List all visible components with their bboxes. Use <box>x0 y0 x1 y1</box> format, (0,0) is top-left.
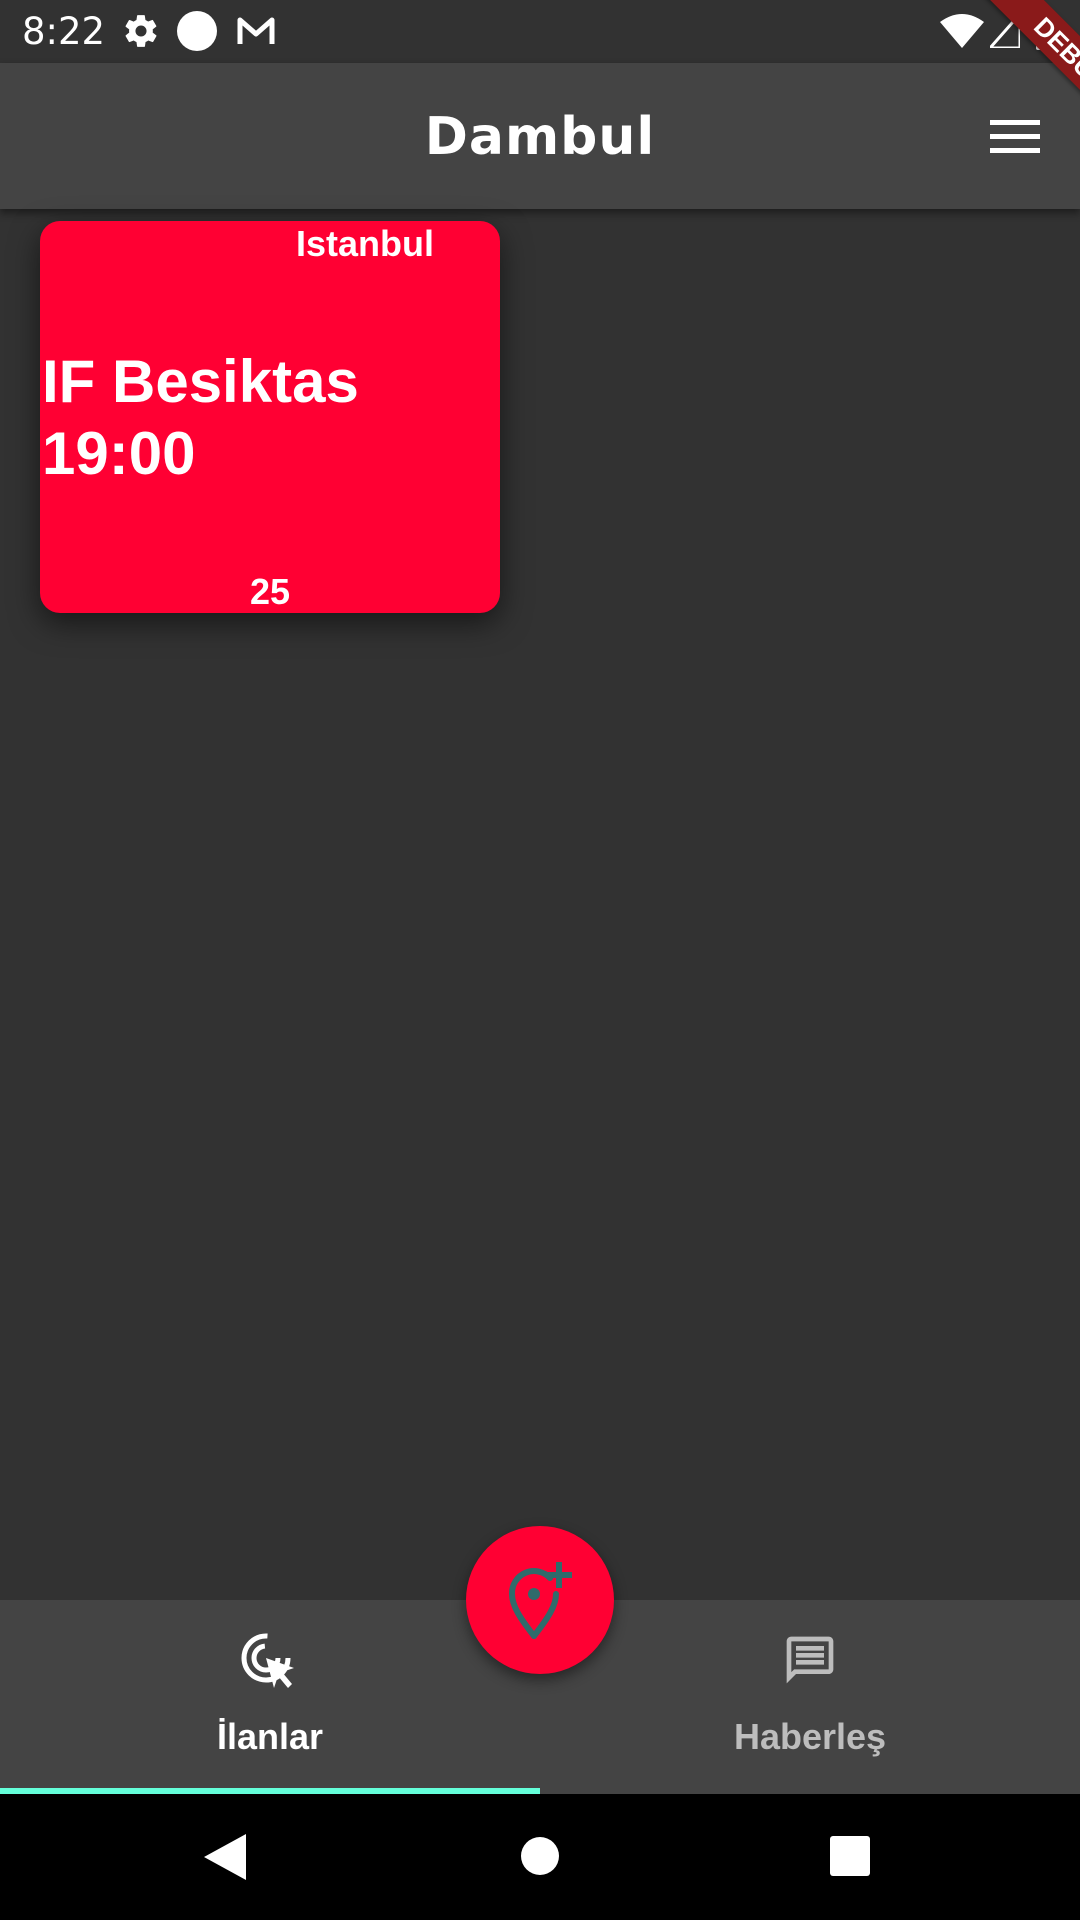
back-icon[interactable] <box>204 1834 246 1885</box>
tab-ilanlar-label: İlanlar <box>216 1716 324 1757</box>
tab-ilanlar[interactable]: İlanlar <box>0 1600 540 1794</box>
battery-icon <box>1036 12 1058 55</box>
listing-count: 25 <box>249 571 291 612</box>
ads-click-icon <box>0 1632 540 1697</box>
settings-icon <box>122 12 160 55</box>
hamburger-menu-icon[interactable] <box>990 120 1040 159</box>
status-time: 8:22 <box>22 10 106 53</box>
listing-title-text: IF Besiktas 19:00 <box>42 348 359 487</box>
add-listing-fab[interactable] <box>466 1526 614 1674</box>
gmail-icon <box>236 12 276 53</box>
wifi-icon <box>940 14 984 53</box>
home-icon[interactable] <box>520 1836 560 1881</box>
listing-title: IF Besiktas 19:00 <box>42 346 402 490</box>
app-bar: Dambul <box>0 63 1080 209</box>
system-navigation-bar <box>0 1794 1080 1920</box>
recents-icon[interactable] <box>830 1836 870 1881</box>
tab-haberles-label: Haberleş <box>733 1716 887 1757</box>
circle-icon <box>176 10 218 57</box>
tab-haberles[interactable]: Haberleş <box>540 1600 1080 1794</box>
message-icon <box>540 1632 1080 1693</box>
signal-icon <box>986 10 1022 53</box>
add-location-icon <box>509 1562 572 1639</box>
app-title: Dambul <box>424 107 656 167</box>
listing-city: Istanbul <box>295 223 434 264</box>
listing-card[interactable]: Istanbul IF Besiktas 19:00 25 <box>40 221 500 613</box>
status-bar: 8:22 <box>0 0 1080 63</box>
